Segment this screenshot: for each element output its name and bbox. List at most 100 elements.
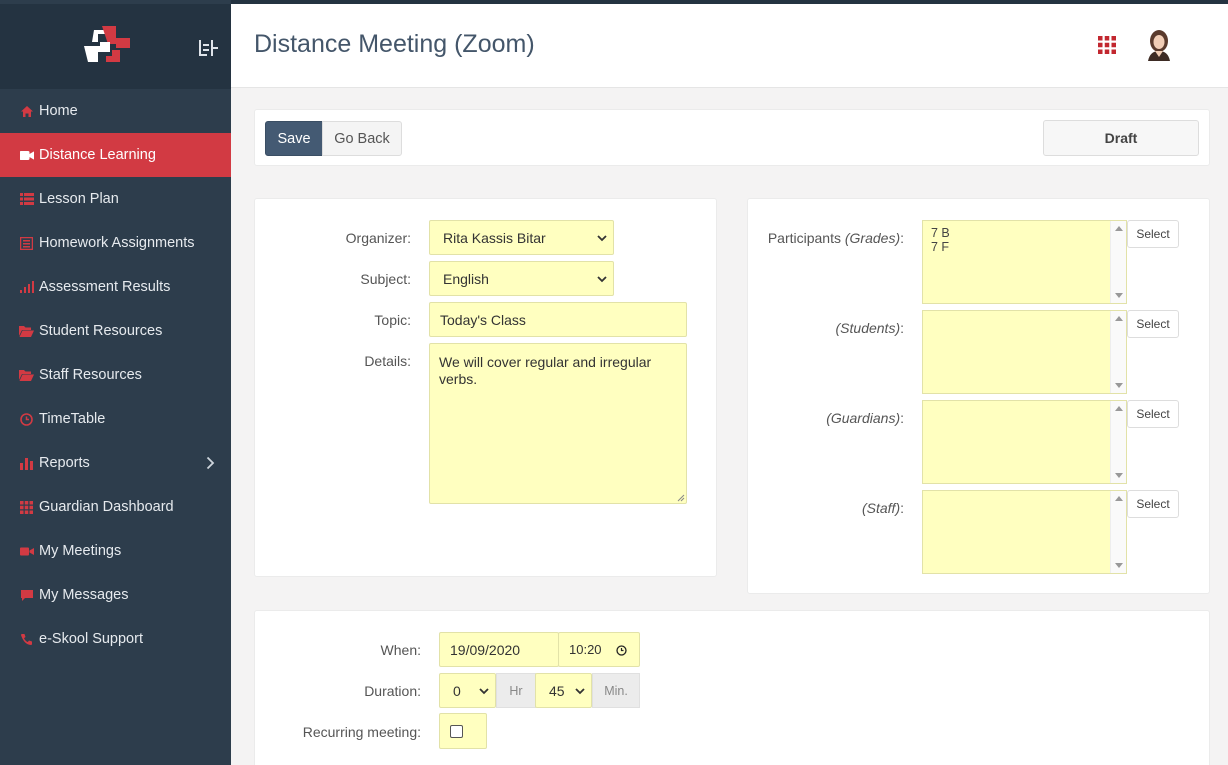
chevron-down-icon: [597, 234, 607, 241]
scrollbar[interactable]: [1110, 401, 1126, 483]
duration-hours-select[interactable]: 0: [439, 673, 496, 708]
scrollbar[interactable]: [1110, 491, 1126, 573]
avatar[interactable]: [1144, 29, 1174, 61]
duration-label: Duration:: [364, 683, 421, 699]
sidebar-item-lesson-plan[interactable]: Lesson Plan: [0, 177, 231, 221]
sidebar-item-assessment-results[interactable]: Assessment Results: [0, 265, 231, 309]
sidebar-item-label: e-Skool Support: [39, 631, 143, 647]
video-camera-icon: [19, 544, 34, 558]
status-draft-button[interactable]: Draft: [1043, 120, 1199, 156]
guardians-label: (Guardians):: [826, 410, 904, 426]
scroll-up-icon[interactable]: [1115, 226, 1123, 231]
recurring-meeting-checkbox[interactable]: [450, 725, 463, 738]
organizer-value: Rita Kassis Bitar: [443, 229, 546, 246]
chevron-right-icon: [206, 456, 215, 470]
sidebar-item-label: My Meetings: [39, 543, 122, 559]
folder-open-icon: [19, 368, 34, 382]
video-camera-icon: [19, 148, 34, 162]
select-students-button[interactable]: Select: [1127, 310, 1179, 338]
grades-listbox[interactable]: 7 B 7 F: [922, 220, 1127, 304]
list-item[interactable]: 7 F: [931, 240, 1118, 254]
organizer-label: Organizer:: [345, 230, 411, 246]
chevron-down-icon: [597, 275, 607, 282]
students-label: (Students):: [835, 320, 904, 336]
sidebar-item-my-messages[interactable]: My Messages: [0, 573, 231, 617]
folder-open-icon: [19, 324, 34, 338]
go-back-button[interactable]: Go Back: [322, 121, 402, 156]
time-input[interactable]: 10:20: [558, 632, 640, 667]
sidebar-item-eskool-support[interactable]: e-Skool Support: [0, 617, 231, 661]
sidebar-item-reports[interactable]: Reports: [0, 441, 231, 485]
schedule-card: When: 19/09/2020 10:20 Duration: 0 Hr 45…: [254, 610, 1210, 765]
scroll-down-icon[interactable]: [1115, 293, 1123, 298]
scroll-up-icon[interactable]: [1115, 316, 1123, 321]
topic-label: Topic:: [374, 312, 411, 328]
chevron-down-icon: [575, 687, 585, 694]
sidebar-item-label: Distance Learning: [39, 147, 156, 163]
participants-card: Participants (Grades): 7 B 7 F Select (S…: [747, 198, 1210, 594]
staff-label: (Staff):: [861, 500, 904, 516]
select-guardians-button[interactable]: Select: [1127, 400, 1179, 428]
home-icon: [19, 104, 34, 118]
sidebar-item-home[interactable]: Home: [0, 89, 231, 133]
minutes-value: 45: [549, 682, 565, 699]
hours-unit-addon: Hr: [496, 673, 536, 708]
resize-grip-icon[interactable]: [676, 493, 685, 502]
page-title: Distance Meeting (Zoom): [254, 30, 535, 58]
apps-grid-icon[interactable]: [1098, 36, 1116, 54]
recurring-label: Recurring meeting:: [302, 724, 421, 740]
scroll-down-icon[interactable]: [1115, 563, 1123, 568]
clock-icon[interactable]: [616, 645, 627, 656]
scroll-down-icon[interactable]: [1115, 473, 1123, 478]
select-staff-button[interactable]: Select: [1127, 490, 1179, 518]
scrollbar[interactable]: [1110, 221, 1126, 303]
staff-listbox[interactable]: [922, 490, 1127, 574]
sidebar-item-label: Reports: [39, 455, 90, 471]
scroll-up-icon[interactable]: [1115, 496, 1123, 501]
sidebar-item-label: Guardian Dashboard: [39, 499, 174, 515]
time-value: 10:20: [569, 642, 602, 657]
subject-label: Subject:: [360, 271, 411, 287]
details-textarea[interactable]: We will cover regular and irregular verb…: [429, 343, 687, 504]
sidebar-item-label: TimeTable: [39, 411, 106, 427]
logo[interactable]: [80, 24, 134, 68]
scroll-down-icon[interactable]: [1115, 383, 1123, 388]
scroll-up-icon[interactable]: [1115, 406, 1123, 411]
page-header: Distance Meeting (Zoom): [231, 4, 1228, 88]
save-button[interactable]: Save: [265, 121, 323, 156]
date-value: 19/09/2020: [450, 641, 521, 658]
organizer-select[interactable]: Rita Kassis Bitar: [429, 220, 614, 255]
bar-chart-icon: [19, 456, 34, 470]
sidebar-item-distance-learning[interactable]: Distance Learning: [0, 133, 231, 177]
sidebar-item-label: My Messages: [39, 587, 129, 603]
sidebar-item-label: Assessment Results: [39, 279, 171, 295]
sidebar-item-student-resources[interactable]: Student Resources: [0, 309, 231, 353]
recurring-checkbox-wrap: [439, 713, 487, 749]
subject-value: English: [443, 270, 489, 287]
sidebar-header: [0, 0, 231, 89]
sidebar-item-guardian-dashboard[interactable]: Guardian Dashboard: [0, 485, 231, 529]
sidebar-item-label: Homework Assignments: [39, 235, 195, 251]
sidebar-item-timetable[interactable]: TimeTable: [0, 397, 231, 441]
sidebar-item-homework-assignments[interactable]: Homework Assignments: [0, 221, 231, 265]
sidebar-item-my-meetings[interactable]: My Meetings: [0, 529, 231, 573]
list-item[interactable]: 7 B: [931, 226, 1118, 240]
guardians-listbox[interactable]: [922, 400, 1127, 484]
hours-value: 0: [453, 682, 461, 699]
sidebar-item-label: Home: [39, 103, 78, 119]
chat-bubble-icon: [19, 588, 34, 602]
duration-minutes-select[interactable]: 45: [535, 673, 592, 708]
subject-select[interactable]: English: [429, 261, 614, 296]
students-listbox[interactable]: [922, 310, 1127, 394]
minutes-unit-addon: Min.: [592, 673, 640, 708]
sidebar-nav: Home Distance Learning Lesson Plan Homew…: [0, 89, 231, 661]
scrollbar[interactable]: [1110, 311, 1126, 393]
sidebar-item-staff-resources[interactable]: Staff Resources: [0, 353, 231, 397]
collapse-menu-icon[interactable]: [197, 38, 219, 58]
date-input[interactable]: 19/09/2020: [439, 632, 559, 667]
meeting-details-card: Organizer: Rita Kassis Bitar Subject: En…: [254, 198, 717, 577]
sidebar: Home Distance Learning Lesson Plan Homew…: [0, 0, 231, 765]
select-grades-button[interactable]: Select: [1127, 220, 1179, 248]
sidebar-item-label: Student Resources: [39, 323, 163, 339]
topic-input[interactable]: Today's Class: [429, 302, 687, 337]
